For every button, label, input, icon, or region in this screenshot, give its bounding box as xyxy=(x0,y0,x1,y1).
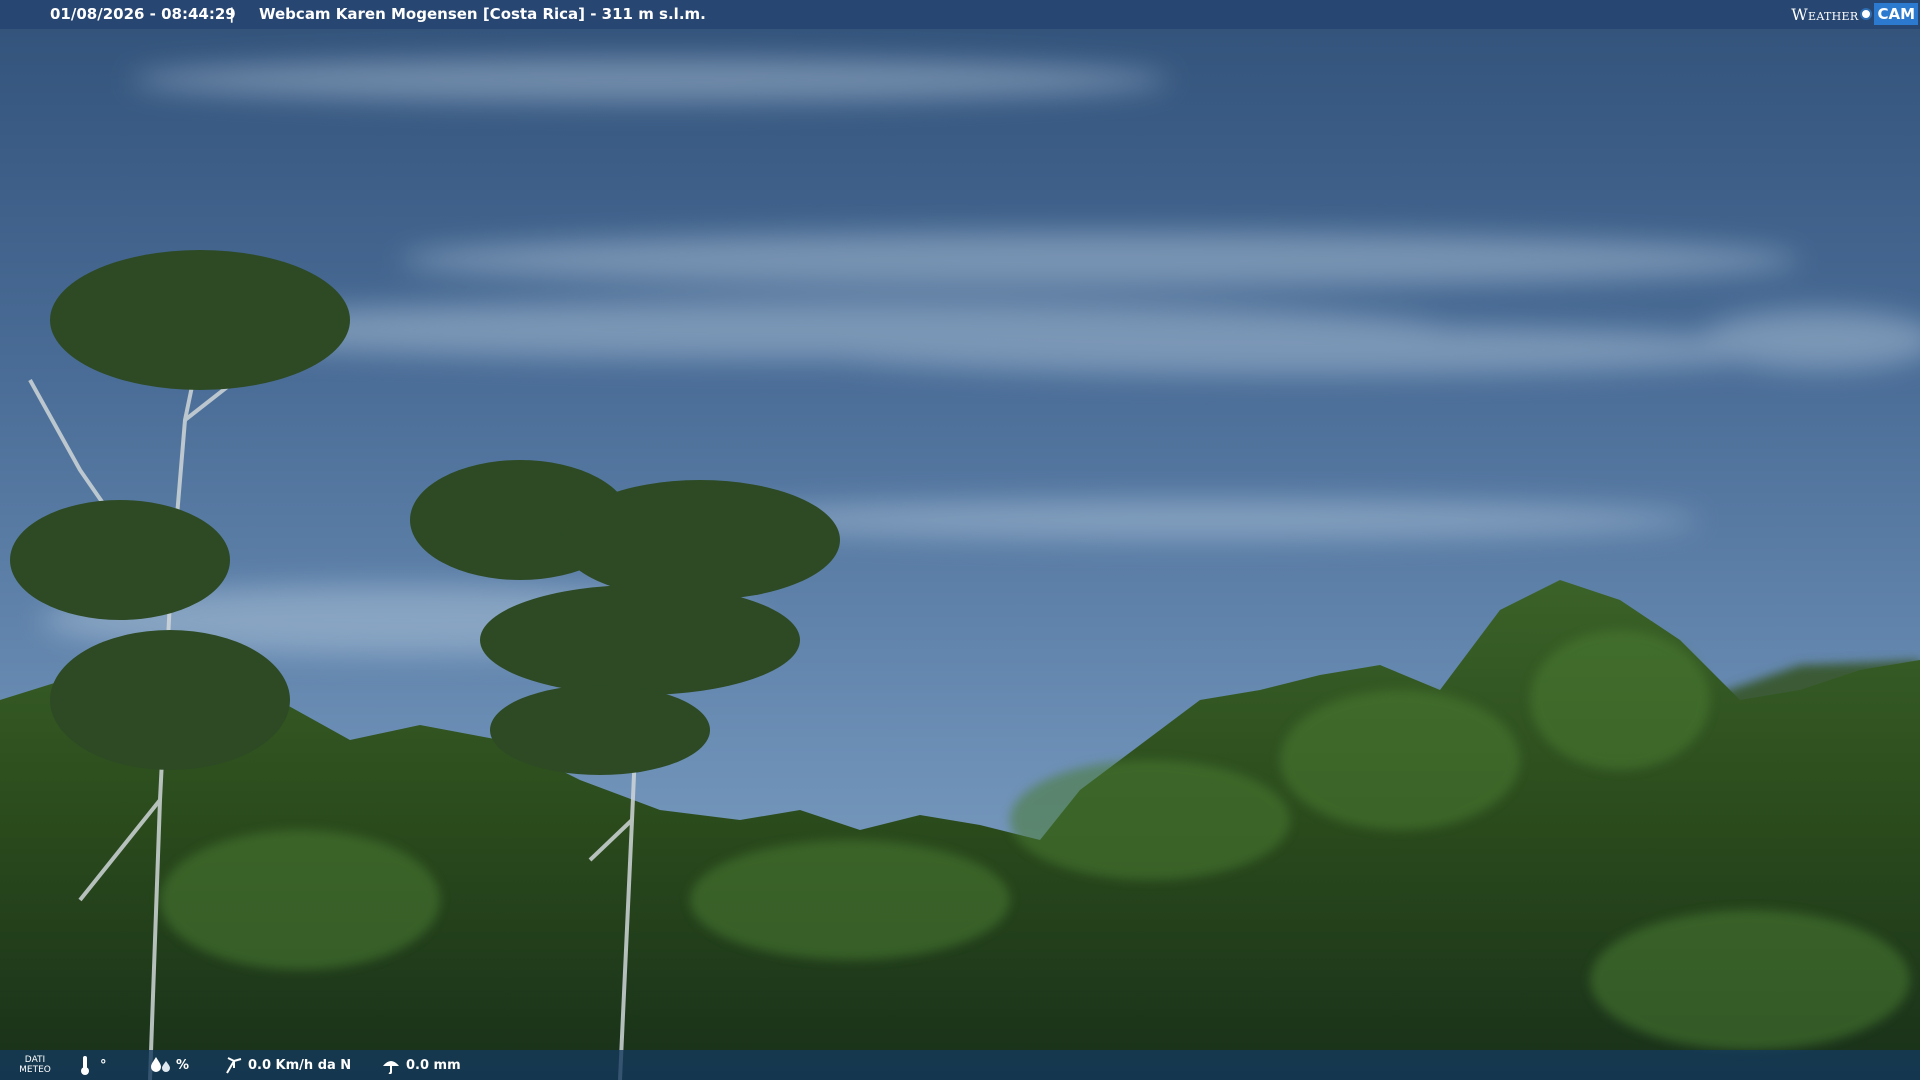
logo-cam-text: CAM xyxy=(1874,3,1918,25)
meteo-label: DATI METEO xyxy=(12,1050,58,1080)
webcam-title: Webcam Karen Mogensen [Costa Rica] - 311… xyxy=(259,5,706,23)
meteo-label-line1: DATI xyxy=(24,1055,46,1065)
wind-icon xyxy=(224,1050,244,1080)
logo-dot-icon xyxy=(1860,8,1873,20)
meteo-label-line2: METEO xyxy=(19,1065,51,1075)
meteo-bar: DATI METEO ° % 0.0 Km/h da N 0.0 mm xyxy=(0,1050,1920,1080)
humidity-value: % xyxy=(176,1057,190,1073)
webcam-image xyxy=(0,0,1920,1080)
wind-value: 0.0 Km/h da N xyxy=(248,1057,352,1073)
humidity-icon xyxy=(150,1050,172,1080)
rain-value: 0.0 mm xyxy=(406,1057,461,1073)
weathercam-logo[interactable]: Weather CAM xyxy=(1791,3,1918,25)
header-separator: | xyxy=(229,5,235,23)
rain-icon xyxy=(380,1050,402,1080)
datetime: 01/08/2026 - 08:44:29 xyxy=(50,5,236,23)
thermometer-icon xyxy=(78,1050,92,1080)
logo-weather-text: Weather xyxy=(1791,4,1859,24)
header-bar: 01/08/2026 - 08:44:29 | Webcam Karen Mog… xyxy=(0,0,1920,29)
temperature-value: ° xyxy=(100,1057,107,1073)
